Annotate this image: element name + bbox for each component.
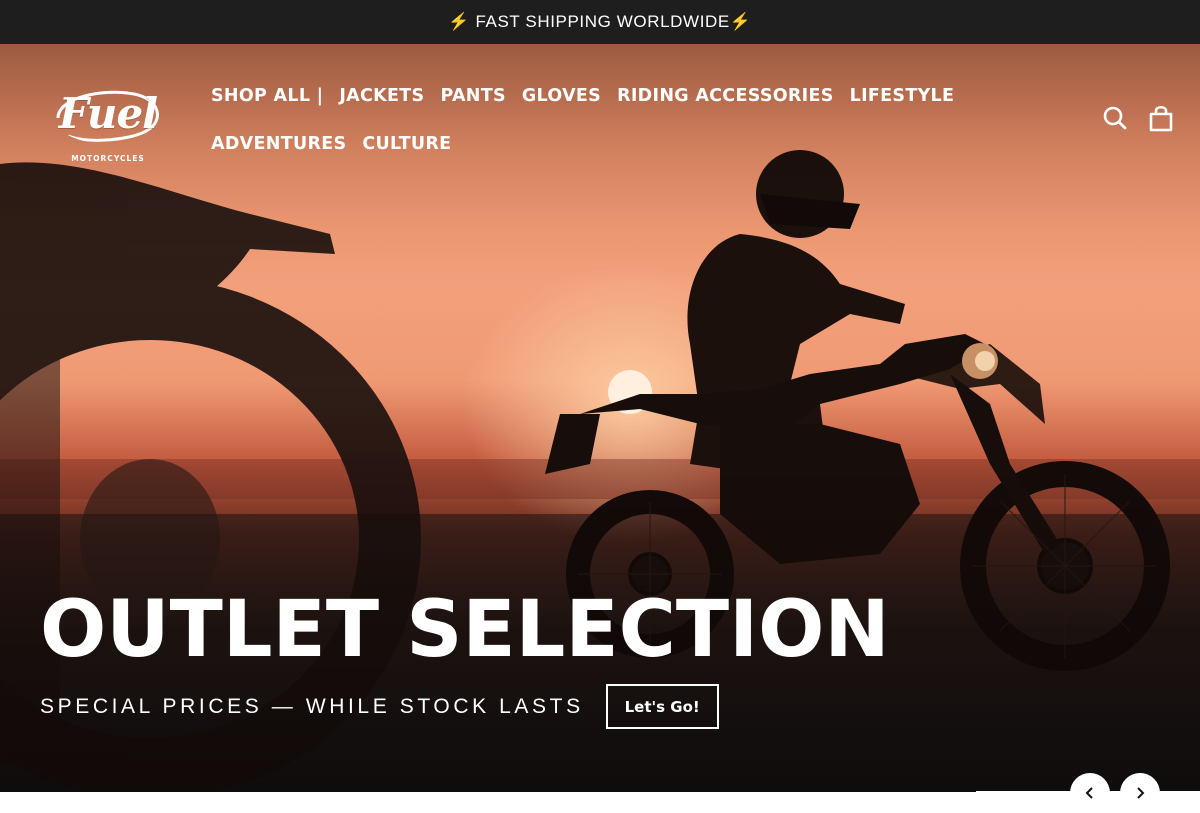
main-navigation: SHOP ALL | JACKETS PANTS GLOVES RIDING A…	[203, 72, 1023, 168]
hero-subtitle-row: SPECIAL PRICES — WHILE STOCK LASTS Let's…	[40, 684, 719, 729]
announcement-text: ⚡ FAST SHIPPING WORLDWIDE⚡	[448, 12, 752, 31]
nav-item-riding-accessories[interactable]: RIDING ACCESSORIES	[609, 72, 842, 120]
logo-wordmark: Fuel	[58, 89, 158, 138]
nav-item-gloves[interactable]: GLOVES	[514, 72, 609, 120]
search-icon[interactable]	[1102, 104, 1128, 132]
chevron-left-icon	[1085, 787, 1093, 799]
header-actions	[1102, 104, 1174, 132]
hero-subtitle: SPECIAL PRICES — WHILE STOCK LASTS	[40, 694, 584, 718]
nav-item-jackets[interactable]: JACKETS	[331, 72, 432, 120]
nav-item-culture[interactable]: CULTURE	[354, 120, 459, 168]
nav-item-adventures[interactable]: ADVENTURES	[203, 120, 354, 168]
chevron-right-icon	[1137, 787, 1145, 799]
announcement-bar: ⚡ FAST SHIPPING WORLDWIDE⚡	[0, 0, 1200, 44]
nav-item-pants[interactable]: PANTS	[432, 72, 513, 120]
slider-next-button[interactable]	[1120, 773, 1160, 813]
cart-icon[interactable]	[1148, 104, 1174, 132]
lets-go-button[interactable]: Let's Go!	[605, 684, 719, 729]
hero-title: OUTLET SELECTION	[40, 585, 890, 675]
brand-logo[interactable]: Fuel MOTORCYCLES	[48, 78, 168, 170]
nav-item-lifestyle[interactable]: LIFESTYLE	[842, 72, 963, 120]
slider-prev-button[interactable]	[1070, 773, 1110, 813]
hero-banner: Fuel MOTORCYCLES SHOP ALL | JACKETS PANT…	[0, 44, 1200, 792]
nav-item-shop-all[interactable]: SHOP ALL |	[203, 72, 331, 120]
logo-subtitle: MOTORCYCLES	[71, 154, 145, 163]
